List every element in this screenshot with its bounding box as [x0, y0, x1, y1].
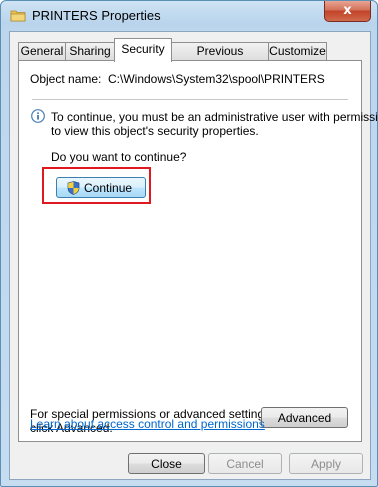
folder-icon: [10, 10, 26, 22]
window-title: PRINTERS Properties: [32, 8, 161, 23]
tab-previous-versions[interactable]: Previous Versions: [171, 42, 269, 75]
close-button[interactable]: Close: [128, 453, 205, 474]
continue-question: Do you want to continue?: [51, 150, 187, 164]
close-window-button[interactable]: x: [324, 1, 371, 22]
title-bar[interactable]: PRINTERS Properties x: [1, 1, 377, 31]
security-tab-panel: Object name: C:\Windows\System32\spool\P…: [18, 60, 377, 442]
tab-general[interactable]: General: [18, 42, 66, 61]
properties-window: PRINTERS Properties x General Sharing Se…: [0, 0, 378, 487]
highlight-box: [42, 167, 151, 204]
advanced-button[interactable]: Advanced: [261, 407, 348, 428]
tab-security[interactable]: Security: [114, 38, 172, 62]
info-icon: [31, 109, 45, 123]
dialog-body: General Sharing Security Previous Versio…: [9, 31, 377, 480]
info-text-line2: to view this object's security propertie…: [51, 124, 259, 138]
cancel-button[interactable]: Cancel: [208, 453, 282, 474]
separator: [32, 99, 348, 100]
info-text-line1: To continue, you must be an administrati…: [51, 110, 378, 124]
tab-sharing[interactable]: Sharing: [65, 42, 115, 61]
learn-more-link[interactable]: Learn about access control and permissio…: [30, 417, 265, 431]
object-name-value: C:\Windows\System32\spool\PRINTERS: [108, 72, 325, 86]
object-name-label: Object name:: [30, 72, 102, 86]
tab-customize[interactable]: Customize: [268, 42, 327, 61]
apply-button[interactable]: Apply: [289, 453, 363, 474]
close-icon: x: [343, 3, 352, 18]
